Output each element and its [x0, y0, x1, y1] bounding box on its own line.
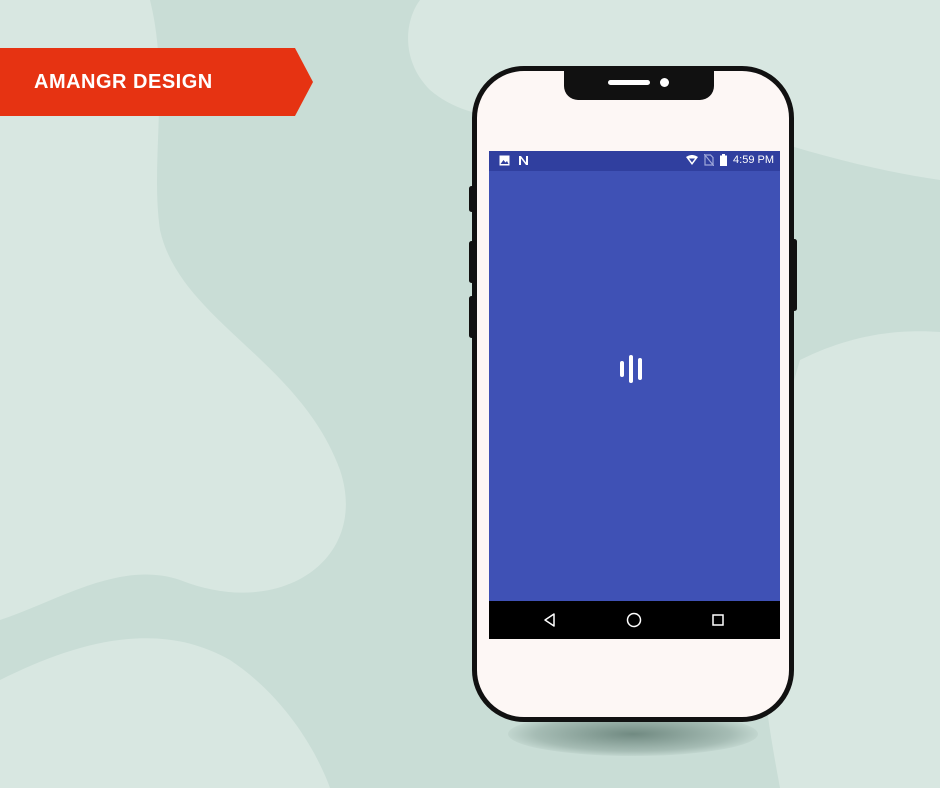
- front-camera: [660, 78, 669, 87]
- loader-bar-2: [629, 355, 633, 383]
- speaker-grille: [608, 80, 650, 85]
- wifi-icon: [686, 154, 699, 165]
- loading-bars-icon: [620, 355, 652, 383]
- image-icon: [499, 155, 510, 166]
- battery-icon: [720, 154, 728, 166]
- phone-side-button-left-1: [469, 186, 474, 212]
- loader-bar-1: [620, 361, 624, 377]
- phone-side-button-right: [792, 239, 797, 311]
- status-time: 4:59 PM: [733, 154, 774, 166]
- home-circle-icon[interactable]: [624, 610, 644, 630]
- phone-side-button-left-3: [469, 296, 474, 338]
- brand-ribbon: AMANGR DESIGN: [0, 48, 313, 116]
- recents-square-icon[interactable]: [708, 610, 728, 630]
- app-screen: 4:59 PM: [489, 151, 780, 639]
- n-notification-icon: [519, 156, 528, 165]
- phone-mockup: 4:59 PM: [469, 66, 797, 722]
- phone-notch: [564, 66, 714, 100]
- phone-side-button-left-2: [469, 241, 474, 283]
- background-decoration: [0, 0, 940, 788]
- no-sim-icon: [704, 154, 715, 166]
- loader-bar-3: [638, 358, 642, 380]
- navigation-bar: [489, 601, 780, 639]
- brand-label: AMANGR DESIGN: [34, 71, 213, 93]
- back-triangle-icon[interactable]: [540, 610, 560, 630]
- status-bar: 4:59 PM: [489, 151, 780, 171]
